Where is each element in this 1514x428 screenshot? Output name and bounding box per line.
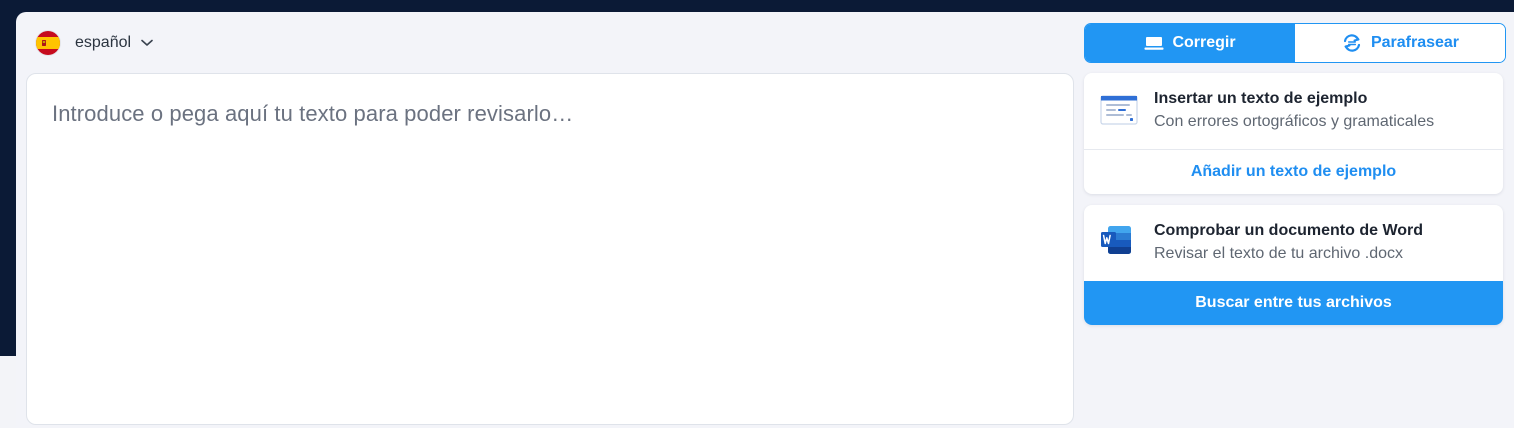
- language-label: español: [75, 34, 132, 51]
- correct-tab-button[interactable]: Corregir: [1085, 24, 1295, 62]
- mode-toggle: Corregir Parafrasear: [1084, 23, 1506, 63]
- paraphrase-tab-button[interactable]: Parafrasear: [1295, 24, 1505, 62]
- checker-panel: español Introduce o pega aquí tu texto p…: [16, 12, 1514, 428]
- language-selector[interactable]: español: [36, 30, 153, 56]
- rephrase-cycle-icon: [1341, 32, 1363, 54]
- sample-card-subtitle: Con errores ortográficos y gramaticales: [1154, 113, 1435, 130]
- spain-flag-icon: [36, 31, 60, 55]
- sample-card-title: Insertar un texto de ejemplo: [1154, 90, 1368, 107]
- sample-text-card: Insertar un texto de ejemplo Con errores…: [1084, 73, 1503, 194]
- document-sample-icon: [1100, 95, 1138, 130]
- add-sample-text-button[interactable]: Añadir un texto de ejemplo: [1084, 150, 1503, 194]
- laptop-icon: [1144, 35, 1164, 51]
- page-background-strip: [0, 356, 16, 428]
- paraphrase-tab-label: Parafrasear: [1370, 34, 1460, 51]
- word-document-card: Comprobar un documento de Word Revisar e…: [1084, 205, 1503, 325]
- word-card-subtitle: Revisar el texto de tu archivo .docx: [1154, 245, 1404, 262]
- editor-placeholder: Introduce o pega aquí tu texto para pode…: [52, 101, 574, 126]
- text-editor[interactable]: Introduce o pega aquí tu texto para pode…: [26, 73, 1074, 425]
- browse-files-button[interactable]: Buscar entre tus archivos: [1084, 281, 1503, 325]
- word-icon: [1100, 225, 1132, 260]
- correct-tab-label: Corregir: [1172, 34, 1236, 51]
- chevron-down-icon: [141, 39, 153, 47]
- word-card-title: Comprobar un documento de Word: [1154, 222, 1424, 239]
